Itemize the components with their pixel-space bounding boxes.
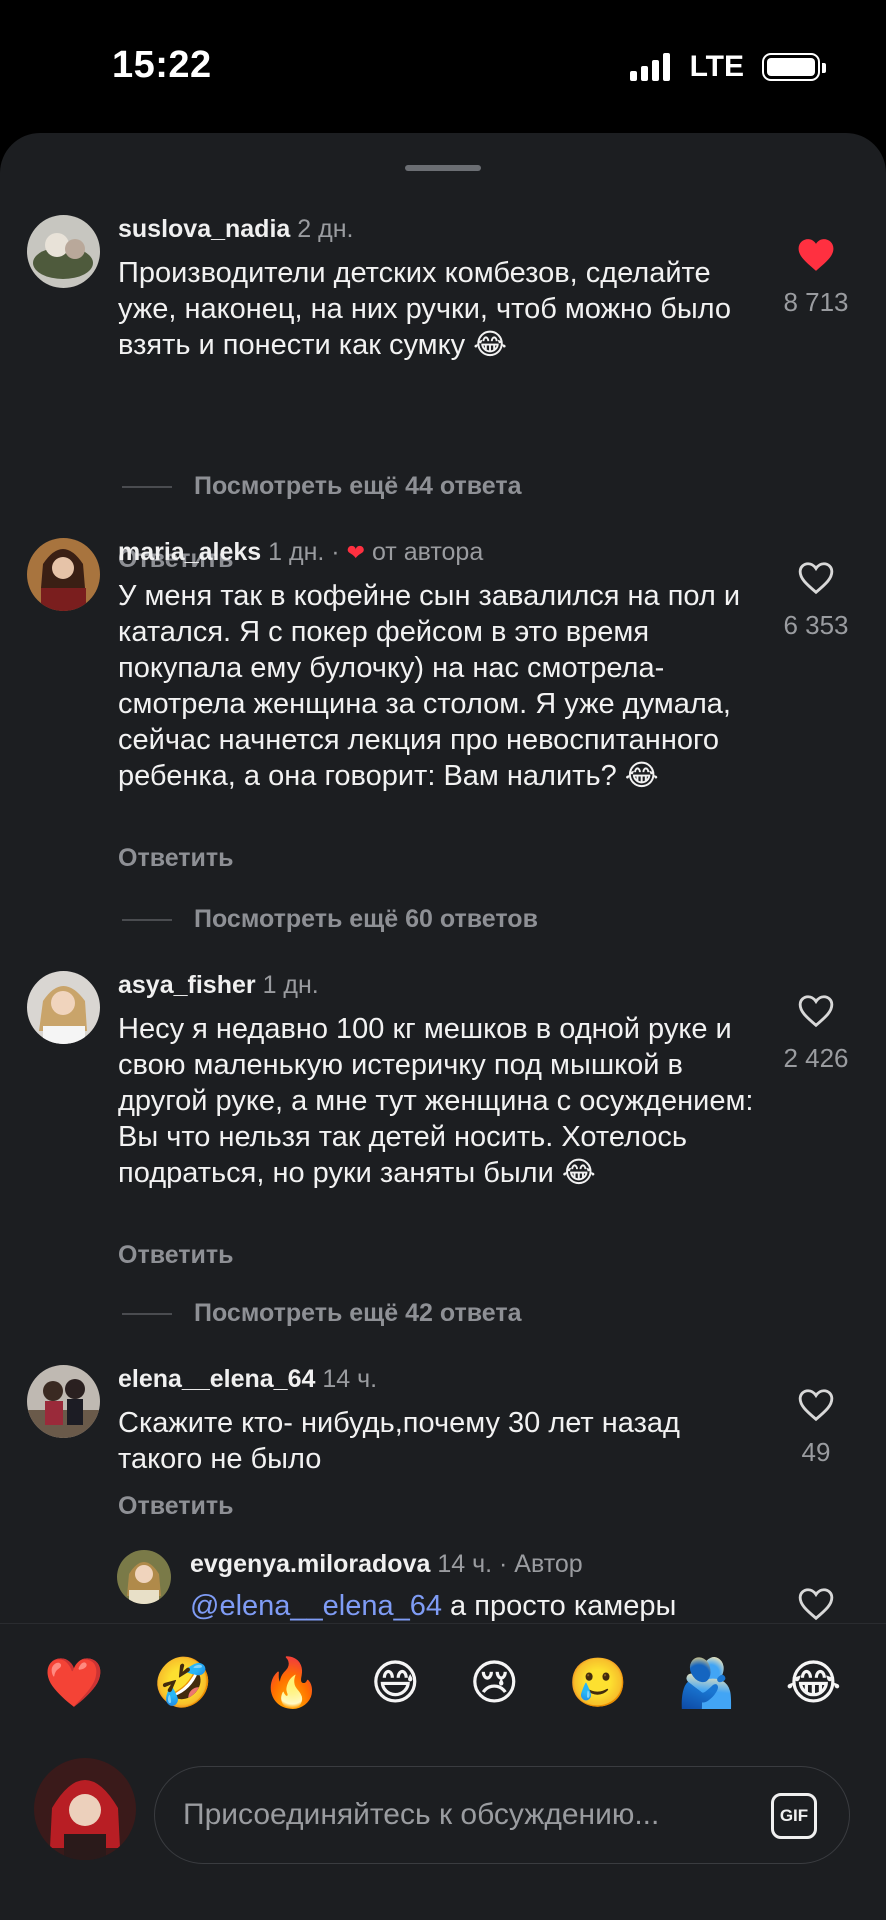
divider-line	[122, 1312, 172, 1315]
reply-header: evgenya.miloradova 14 ч. · Автор	[190, 1550, 583, 1579]
emoji-crying[interactable]: 😢	[469, 1659, 519, 1707]
comment-username[interactable]: maria_aleks	[118, 538, 261, 566]
status-indicators: LTE	[629, 50, 826, 84]
heart-outline-icon	[798, 995, 834, 1028]
comment-header: maria_aleks 1 дн. · ❤ от автора	[118, 538, 483, 567]
emoji-sweat-smile[interactable]: 😅	[370, 1659, 420, 1707]
like-button[interactable]: 6 353	[768, 560, 864, 641]
comment-time: 14 ч.	[322, 1365, 378, 1393]
battery-icon	[762, 53, 826, 81]
reply-button[interactable]: Ответить	[118, 1241, 234, 1270]
reply-button[interactable]: Ответить	[118, 1492, 234, 1521]
comment-username[interactable]: suslova_nadia	[118, 215, 290, 243]
like-count: 6 353	[783, 610, 849, 640]
like-count: 49	[801, 1437, 831, 1467]
comment-text: У меня так в кофейне сын завалился на по…	[118, 580, 741, 792]
view-more-replies[interactable]: Посмотреть ещё 44 ответа	[122, 472, 522, 501]
comment-time: 1 дн. ·	[268, 538, 340, 566]
comment-text: Скажите кто- нибудь,почему 30 лет назад …	[118, 1407, 680, 1475]
gif-button[interactable]: GIF	[771, 1793, 817, 1839]
heart-outline-icon	[798, 1588, 834, 1621]
comment-time: 2 дн.	[297, 215, 354, 243]
mention-link[interactable]: @elena__elena_64	[190, 1590, 442, 1622]
comment-header: elena__elena_64 14 ч.	[118, 1365, 377, 1394]
current-user-avatar[interactable]	[34, 1758, 136, 1860]
comment-header: suslova_nadia 2 дн.	[118, 215, 353, 244]
heart-filled-icon: ❤	[346, 540, 365, 565]
like-button[interactable]	[768, 1586, 864, 1622]
reply-item: evgenya.miloradova 14 ч. · Автор @elena_…	[0, 1550, 886, 1623]
status-bar: 15:22 LTE	[0, 0, 886, 130]
view-more-replies[interactable]: Посмотреть ещё 42 ответа	[122, 1299, 522, 1328]
avatar[interactable]	[27, 971, 100, 1044]
view-more-replies-label: Посмотреть ещё 44 ответа	[194, 472, 522, 500]
comment-text: Несу я недавно 100 кг мешков в одной рук…	[118, 1013, 754, 1189]
like-button[interactable]: 2 426	[768, 993, 864, 1074]
comment-item: maria_aleks 1 дн. · ❤ от автора У меня т…	[0, 538, 886, 878]
comment-text: Производители детских комбезов, сделайте…	[118, 257, 732, 361]
reply-time: 14 ч. · Автор	[437, 1550, 583, 1578]
comment-input-placeholder: Присоединяйтесь к обсуждению...	[183, 1798, 660, 1831]
heart-outline-icon	[798, 1389, 834, 1422]
comment-item: asya_fisher 1 дн. Несу я недавно 100 кг …	[0, 971, 886, 1271]
view-more-replies[interactable]: Посмотреть ещё 60 ответов	[122, 905, 538, 934]
comment-time: 1 дн.	[262, 971, 319, 999]
comment-username[interactable]: asya_fisher	[118, 971, 256, 999]
like-count: 2 426	[783, 1043, 849, 1073]
comments-list[interactable]: suslova_nadia 2 дн. Производители детски…	[0, 133, 886, 1623]
reply-text-body: а просто камеры	[442, 1590, 677, 1622]
emoji-joy[interactable]: 😂	[785, 1659, 841, 1707]
like-count: 8 713	[783, 287, 849, 317]
divider-line	[122, 485, 172, 488]
heart-filled-icon	[798, 239, 834, 271]
emoji-smiling-tear[interactable]: 🥲	[568, 1659, 628, 1707]
reply-button[interactable]: Ответить	[118, 844, 234, 873]
divider-line	[122, 918, 172, 921]
signal-icon	[629, 53, 670, 81]
view-more-replies-label: Посмотреть ещё 42 ответа	[194, 1299, 522, 1327]
emoji-hug[interactable]: 🫂	[677, 1659, 737, 1707]
avatar[interactable]	[27, 1365, 100, 1438]
reply-text: @elena__elena_64 а просто камеры	[190, 1590, 676, 1623]
heart-outline-icon	[798, 562, 834, 595]
comment-header: asya_fisher 1 дн.	[118, 971, 319, 1000]
emoji-quick-bar: ❤️ 🤣 🔥 😅 😢 🥲 🫂 😂	[0, 1638, 886, 1728]
comment-username[interactable]: elena__elena_64	[118, 1365, 315, 1393]
comment-composer: Присоединяйтесь к обсуждению... GIF	[0, 1728, 886, 1920]
emoji-fire[interactable]: 🔥	[262, 1659, 322, 1707]
emoji-rofl[interactable]: 🤣	[153, 1659, 213, 1707]
comments-sheet: suslova_nadia 2 дн. Производители детски…	[0, 133, 886, 1920]
avatar[interactable]	[27, 538, 100, 611]
reply-username[interactable]: evgenya.miloradova	[190, 1550, 430, 1578]
comment-item: elena__elena_64 14 ч. Скажите кто- нибуд…	[0, 1365, 886, 1520]
emoji-red-heart[interactable]: ❤️	[44, 1659, 104, 1707]
avatar[interactable]	[117, 1550, 171, 1604]
view-more-replies-label: Посмотреть ещё 60 ответов	[194, 905, 538, 933]
network-type: LTE	[689, 50, 744, 83]
emoji-bar-divider	[0, 1623, 886, 1624]
avatar[interactable]	[27, 215, 100, 288]
comment-item: suslova_nadia 2 дн. Производители детски…	[0, 215, 886, 573]
status-time: 15:22	[112, 44, 212, 86]
comment-input[interactable]: Присоединяйтесь к обсуждению... GIF	[154, 1766, 850, 1864]
like-button[interactable]: 8 713	[768, 237, 864, 318]
author-liked-badge: от автора	[371, 538, 484, 566]
like-button[interactable]: 49	[768, 1387, 864, 1468]
